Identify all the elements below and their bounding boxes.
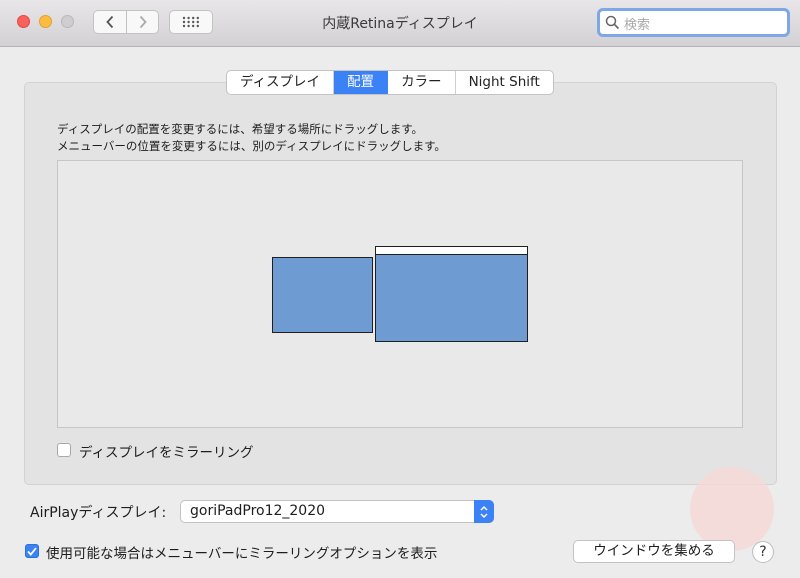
zoom-window-button[interactable] bbox=[61, 15, 74, 28]
tab-display[interactable]: ディスプレイ bbox=[227, 71, 335, 94]
back-button[interactable] bbox=[94, 11, 127, 33]
show-mirroring-options-label: 使用可能な場合はメニューバーにミラーリングオプションを表示 bbox=[46, 546, 438, 562]
tab-night-shift[interactable]: Night Shift bbox=[456, 71, 553, 94]
arrangement-description-1: ディスプレイの配置を変更するには、希望する場所にドラッグします。 bbox=[57, 122, 424, 136]
search-field[interactable]: 検索 bbox=[597, 8, 790, 37]
window-title: 内蔵Retinaディスプレイ bbox=[322, 16, 478, 32]
airplay-display-popup[interactable]: goriPadPro12_2020 bbox=[180, 500, 494, 523]
airplay-selected-value: goriPadPro12_2020 bbox=[190, 503, 326, 519]
help-button[interactable]: ? bbox=[752, 541, 774, 563]
tab-arrangement[interactable]: 配置 bbox=[334, 71, 389, 94]
mirror-displays-label: ディスプレイをミラーリング bbox=[79, 445, 254, 461]
navigation-button-group bbox=[93, 10, 159, 34]
close-window-button[interactable] bbox=[17, 15, 30, 28]
popup-arrows-icon bbox=[474, 500, 494, 523]
search-placeholder: 検索 bbox=[624, 18, 651, 33]
mirror-displays-checkbox[interactable] bbox=[57, 443, 71, 457]
grid-icon bbox=[182, 16, 199, 28]
main-display[interactable] bbox=[375, 254, 528, 342]
title-bar: 内蔵Retinaディスプレイ 検索 bbox=[0, 0, 800, 47]
airplay-label: AirPlayディスプレイ: bbox=[30, 505, 167, 521]
show-mirroring-options-checkbox[interactable] bbox=[25, 544, 39, 558]
arrangement-description-2: メニューバーの位置を変更するには、別のディスプレイにドラッグします。 bbox=[57, 139, 446, 153]
chevron-right-icon bbox=[139, 15, 147, 29]
forward-button[interactable] bbox=[127, 11, 159, 33]
gather-windows-button[interactable]: ウインドウを集める bbox=[573, 540, 735, 563]
secondary-display[interactable] bbox=[272, 257, 373, 333]
search-icon bbox=[605, 15, 620, 30]
minimize-window-button[interactable] bbox=[39, 15, 52, 28]
watermark-logo bbox=[690, 467, 774, 551]
tab-bar: ディスプレイ 配置 カラー Night Shift bbox=[226, 70, 554, 95]
checkmark-icon bbox=[27, 546, 37, 556]
chevron-left-icon bbox=[106, 15, 114, 29]
show-all-button[interactable] bbox=[169, 10, 213, 34]
tab-color[interactable]: カラー bbox=[388, 71, 456, 94]
